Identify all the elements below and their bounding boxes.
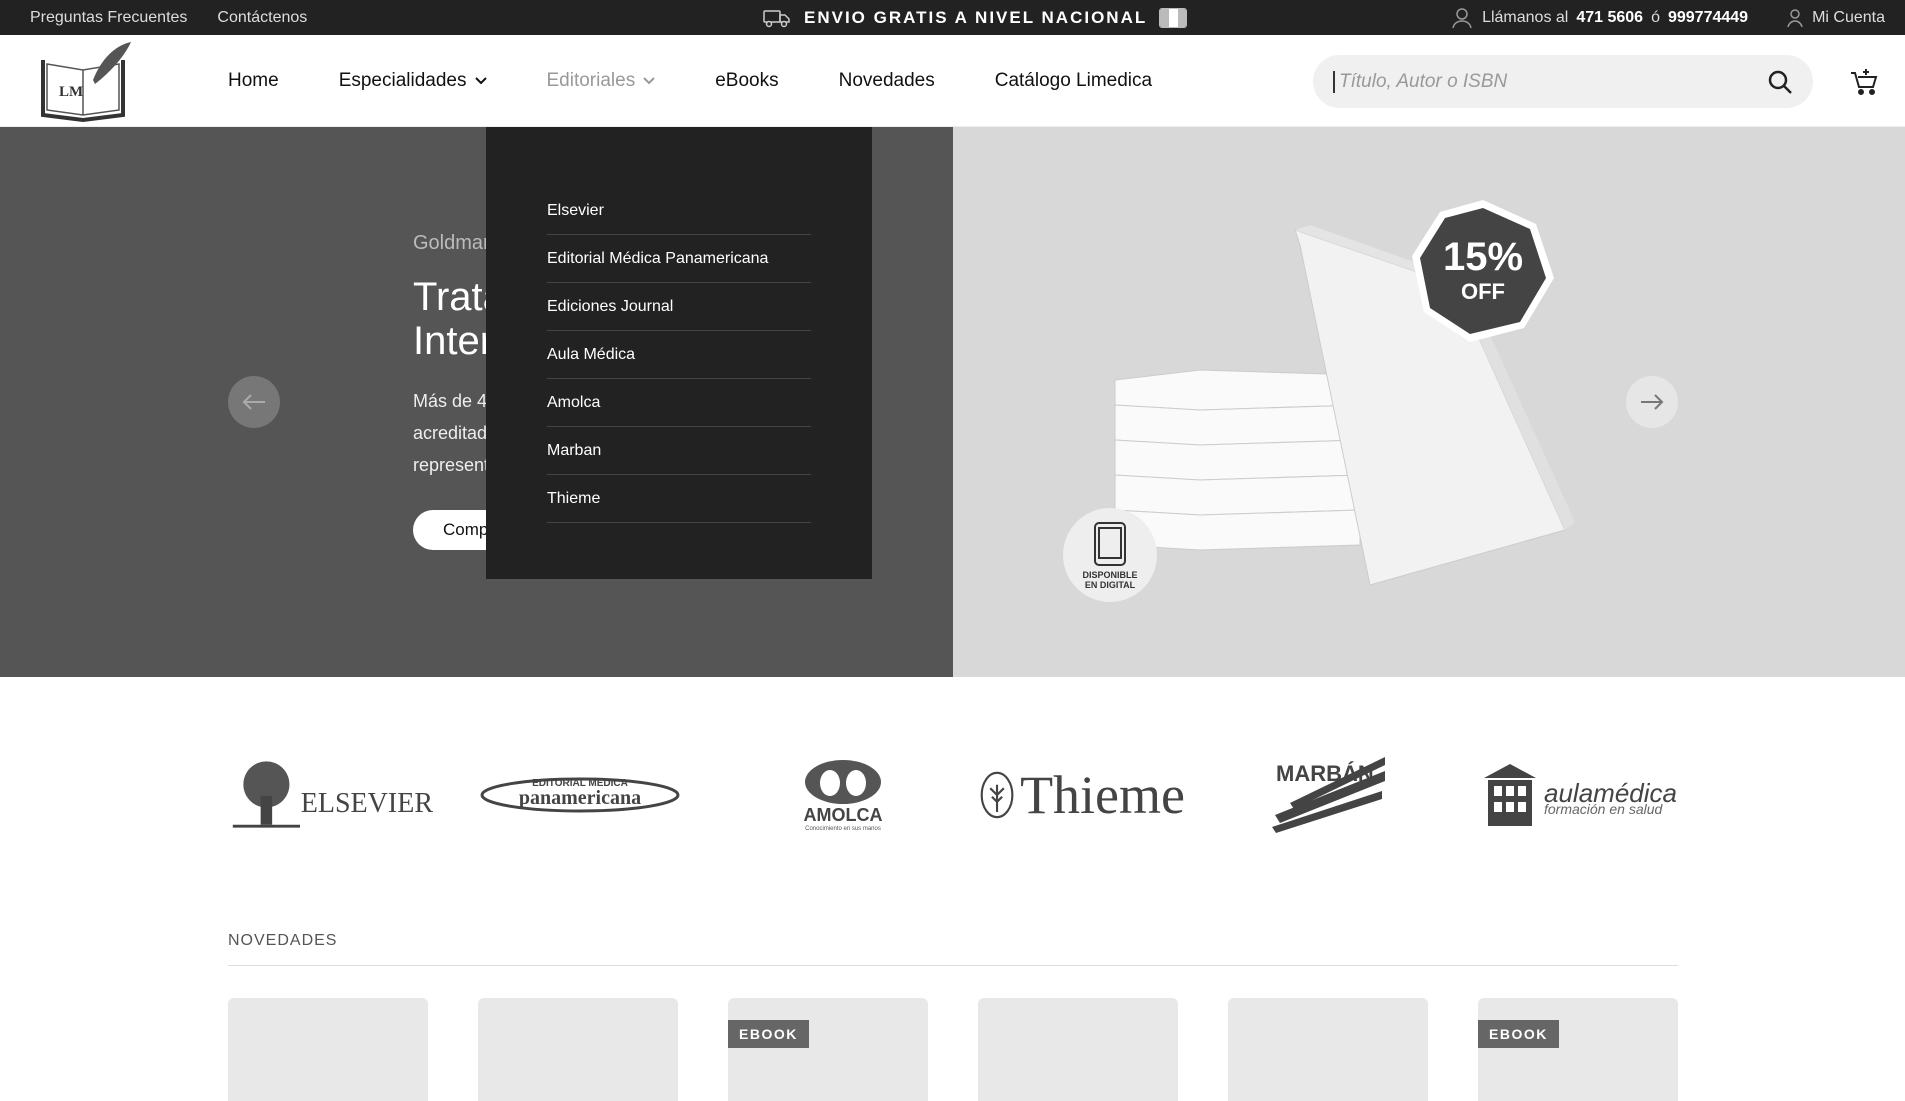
publisher-logos: ELSEVIER EDITORIAL MEDICA panamericana A…	[228, 750, 1678, 840]
panamericana-text: panamericana	[519, 787, 641, 809]
phone-2[interactable]: 999774449	[1668, 9, 1748, 27]
nav-ebooks[interactable]: eBooks	[715, 70, 778, 92]
dropdown-item-amolca[interactable]: Amolca	[547, 379, 811, 427]
panamericana-logo-shape: EDITORIAL MEDICA panamericana	[480, 777, 680, 813]
brand-aula-text: aulamédica	[1544, 778, 1677, 808]
truck-icon	[763, 9, 790, 27]
search-input[interactable]	[1333, 70, 1767, 93]
ebook-badge: EBOOK	[728, 1020, 809, 1048]
tablet-icon	[1094, 521, 1126, 566]
brand-thieme-text: Thieme	[1020, 765, 1185, 825]
hero-desc-line-2: acreditad	[413, 423, 488, 443]
ebook-badge: EBOOK	[1478, 1020, 1559, 1048]
limedica-logo[interactable]: LM	[33, 40, 133, 122]
top-bar: Preguntas Frecuentes Contáctenos ENVIO G…	[0, 0, 1905, 35]
arrow-left-icon	[242, 394, 265, 410]
aula-medica-building-icon	[1484, 764, 1536, 826]
account-icon[interactable]	[1786, 8, 1804, 28]
account-link[interactable]: Mi Cuenta	[1812, 9, 1885, 27]
nav-catalogo-label: Catálogo Limedica	[994, 70, 1153, 91]
brand-aula-medica[interactable]: aulamédica formación en salud	[1480, 750, 1680, 840]
discount-badge: 15% OFF	[1412, 200, 1554, 342]
shipping-text: ENVIO GRATIS A NIVEL NACIONAL	[804, 7, 1148, 27]
peru-flag-icon	[1159, 7, 1188, 28]
brand-amolca[interactable]: AMOLCA Conocimiento en sus manos	[783, 750, 903, 840]
nav-novedades-label: Novedades	[838, 70, 935, 91]
nav-especialidades-label: Especialidades	[338, 70, 467, 91]
nav-novedades[interactable]: Novedades	[839, 70, 935, 92]
product-card[interactable]: EBOOK	[1478, 998, 1678, 1101]
dropdown-item-aula-medica[interactable]: Aula Médica	[547, 331, 811, 379]
section-title-novedades: NOVEDADES	[228, 932, 338, 949]
brand-thieme[interactable]: Thieme	[980, 750, 1185, 840]
search-bar	[1313, 55, 1813, 108]
brand-amolca-sub: Conocimiento en sus manos	[805, 825, 881, 832]
cart-icon[interactable]	[1848, 65, 1880, 97]
section-divider	[228, 965, 1678, 966]
amolca-icon	[805, 759, 881, 804]
carousel-prev-button[interactable]	[228, 376, 280, 428]
brand-elsevier[interactable]: ELSEVIER	[228, 750, 433, 840]
carousel-next-button[interactable]	[1626, 376, 1678, 428]
nav-home-label: Home	[228, 70, 279, 91]
product-card[interactable]: EBOOK	[728, 998, 928, 1101]
marban-logo-shape: MARBÁN	[1272, 757, 1385, 833]
discount-percent: 15%	[1443, 235, 1523, 279]
product-card[interactable]	[978, 998, 1178, 1101]
thieme-tree-icon	[980, 771, 1014, 819]
brand-panamericana[interactable]: EDITORIAL MEDICA panamericana	[480, 750, 680, 840]
hero-desc-line-1: Más de 4	[413, 391, 488, 411]
main-header: LM Home Especialidades Editoriales eBook…	[0, 35, 1905, 127]
hero-author: Goldmar	[413, 232, 490, 254]
nav-home[interactable]: Home	[228, 70, 279, 92]
dropdown-item-elsevier[interactable]: Elsevier	[547, 187, 811, 235]
elsevier-tree-icon	[232, 761, 300, 828]
discount-off: OFF	[1461, 279, 1505, 304]
brand-aula-sub: formación en salud	[1544, 801, 1663, 817]
brand-elsevier-text: ELSEVIER	[300, 788, 433, 819]
call-label: Llámanos al	[1482, 8, 1569, 26]
editoriales-dropdown: Elsevier Editorial Médica Panamericana E…	[486, 127, 872, 579]
brand-marban[interactable]: MARBÁN	[1270, 750, 1390, 840]
brand-amolca-text: AMOLCA	[803, 804, 883, 825]
nav-catalogo[interactable]: Catálogo Limedica	[995, 70, 1152, 92]
chevron-down-icon	[643, 77, 655, 85]
nav-especialidades[interactable]: Especialidades	[339, 70, 487, 92]
product-card[interactable]	[1228, 998, 1428, 1101]
main-nav: Home Especialidades Editoriales eBooks N…	[228, 35, 1212, 127]
chevron-down-icon	[474, 77, 487, 85]
faq-link[interactable]: Preguntas Frecuentes	[30, 9, 187, 27]
user-phone-icon	[1452, 7, 1472, 28]
logo-text: LM	[59, 84, 83, 100]
hero-desc-line-3: represent	[413, 455, 490, 475]
or-label: ó	[1651, 8, 1660, 26]
nav-editoriales-label: Editoriales	[546, 70, 636, 91]
contact-link[interactable]: Contáctenos	[217, 9, 307, 27]
digital-badge: DISPONIBLE EN DIGITAL	[1063, 508, 1157, 602]
nav-ebooks-label: eBooks	[715, 70, 779, 91]
digital-line-2: EN DIGITAL	[1084, 579, 1136, 590]
arrow-right-icon	[1641, 394, 1664, 410]
nav-editoriales[interactable]: Editoriales	[547, 70, 656, 92]
shipping-banner: ENVIO GRATIS A NIVEL NACIONAL	[762, 0, 1188, 35]
search-icon[interactable]	[1767, 69, 1793, 95]
dropdown-item-journal[interactable]: Ediciones Journal	[547, 283, 811, 331]
product-card[interactable]	[228, 998, 428, 1101]
hero-buy-label: Comp	[443, 520, 489, 539]
hero-description: Más de 4 acreditad represent	[413, 385, 493, 481]
dropdown-item-panamericana[interactable]: Editorial Médica Panamericana	[547, 235, 811, 283]
phone-1[interactable]: 471 5606	[1576, 9, 1643, 27]
dropdown-item-marban[interactable]: Marban	[547, 427, 811, 475]
digital-line-1: DISPONIBLE	[1082, 569, 1138, 580]
dropdown-item-thieme[interactable]: Thieme	[547, 475, 811, 523]
product-card[interactable]	[478, 998, 678, 1101]
